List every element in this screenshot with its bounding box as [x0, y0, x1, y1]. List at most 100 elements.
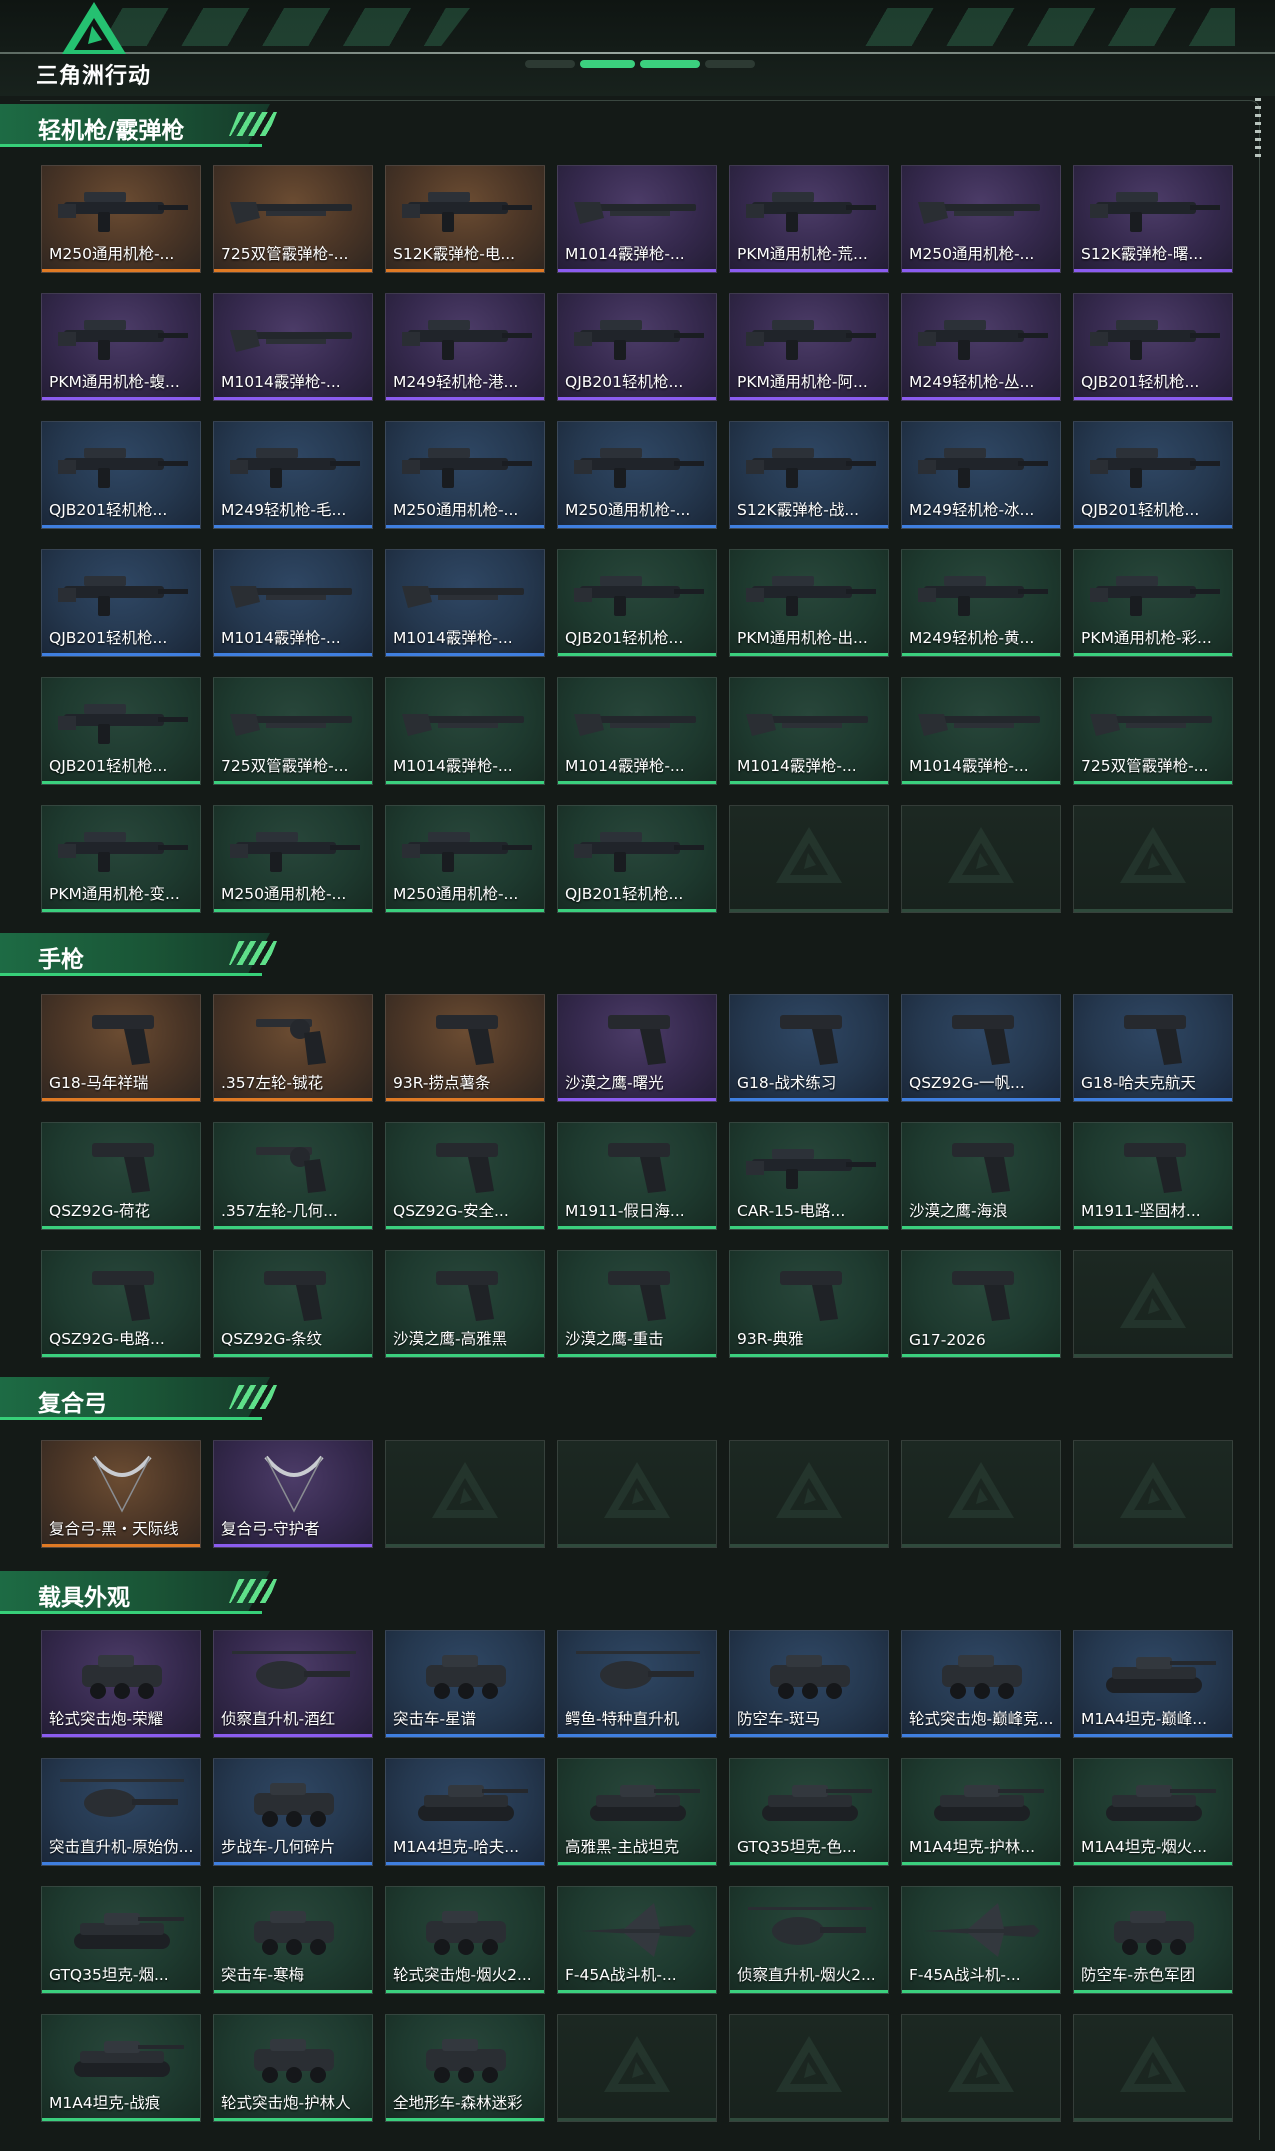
skin-card[interactable]: QSZ92G-电路... — [41, 1250, 201, 1358]
skin-card[interactable]: 步战车-几何碎片 — [213, 1758, 373, 1866]
skin-card[interactable]: M249轻机枪-冰... — [901, 421, 1061, 529]
skin-card[interactable]: M250通用机枪-... — [557, 421, 717, 529]
skin-card[interactable]: QSZ92G-条纹 — [213, 1250, 373, 1358]
quality-bar — [730, 2118, 888, 2121]
skin-card[interactable]: 突击直升机-原始伪... — [41, 1758, 201, 1866]
skin-card[interactable]: M249轻机枪-港... — [385, 293, 545, 401]
skin-card[interactable]: 轮式突击炮-护林人 — [213, 2014, 373, 2122]
skin-card[interactable]: 沙漠之鹰-海浪 — [901, 1122, 1061, 1230]
skin-card[interactable]: PKM通用机枪-变... — [41, 805, 201, 913]
skin-card[interactable]: PKM通用机枪-阿... — [729, 293, 889, 401]
skin-card[interactable]: QJB201轻机枪... — [41, 421, 201, 529]
skin-card[interactable]: M1A4坦克-战痕 — [41, 2014, 201, 2122]
quality-bar — [902, 781, 1060, 784]
skin-card[interactable]: M250通用机枪-... — [41, 165, 201, 273]
skin-card[interactable]: 沙漠之鹰-重击 — [557, 1250, 717, 1358]
skin-card[interactable]: M250通用机枪-... — [213, 805, 373, 913]
skin-card[interactable]: 轮式突击炮-烟火2... — [385, 1886, 545, 1994]
skin-card[interactable]: QSZ92G-荷花 — [41, 1122, 201, 1230]
skin-card[interactable]: 全地形车-森林迷彩 — [385, 2014, 545, 2122]
placeholder-logo-icon — [604, 2036, 670, 2092]
skin-card[interactable]: QSZ92G-安全... — [385, 1122, 545, 1230]
skin-card[interactable]: 高雅黑-主战坦克 — [557, 1758, 717, 1866]
skin-card[interactable]: 93R-捞点薯条 — [385, 994, 545, 1102]
quality-bar — [214, 1354, 372, 1357]
skin-card[interactable]: 突击车-星谱 — [385, 1630, 545, 1738]
skin-card[interactable]: CAR-15-电路... — [729, 1122, 889, 1230]
skin-card[interactable]: M250通用机枪-... — [901, 165, 1061, 273]
skin-card[interactable]: 725双管霰弹枪-... — [213, 677, 373, 785]
skin-card[interactable]: 突击车-寒梅 — [213, 1886, 373, 1994]
skin-card[interactable]: M1014霰弹枪-... — [557, 677, 717, 785]
skin-name: 鳄鱼-特种直升机 — [565, 1710, 680, 1728]
skin-card[interactable]: M250通用机枪-... — [385, 421, 545, 529]
skin-card[interactable]: 鳄鱼-特种直升机 — [557, 1630, 717, 1738]
skin-card[interactable]: 侦察直升机-烟火2... — [729, 1886, 889, 1994]
skin-card[interactable]: M1014霰弹枪-... — [557, 165, 717, 273]
quality-bar — [558, 1734, 716, 1737]
skin-card[interactable]: 沙漠之鹰-曙光 — [557, 994, 717, 1102]
skin-card[interactable]: M249轻机枪-丛... — [901, 293, 1061, 401]
skin-card[interactable]: S12K霰弹枪-曙... — [1073, 165, 1233, 273]
skin-card[interactable]: 防空车-赤色军团 — [1073, 1886, 1233, 1994]
skin-card[interactable]: M1014霰弹枪-... — [213, 293, 373, 401]
skin-card[interactable]: M1911-坚固材... — [1073, 1122, 1233, 1230]
skin-card[interactable]: M1A4坦克-巅峰... — [1073, 1630, 1233, 1738]
skin-card[interactable]: M1014霰弹枪-... — [729, 677, 889, 785]
skin-card[interactable]: QJB201轻机枪... — [1073, 293, 1233, 401]
skin-card[interactable]: G17-2026 — [901, 1250, 1061, 1358]
skin-card[interactable]: 复合弓-黑・天际线 — [41, 1440, 201, 1548]
quality-bar — [214, 1098, 372, 1101]
skin-card[interactable]: 93R-典雅 — [729, 1250, 889, 1358]
skin-card[interactable]: 防空车-斑马 — [729, 1630, 889, 1738]
skin-card[interactable]: .357左轮-几何... — [213, 1122, 373, 1230]
skin-card[interactable]: M1911-假日海... — [557, 1122, 717, 1230]
skin-card[interactable]: PKM通用机枪-荒... — [729, 165, 889, 273]
skin-card[interactable]: QSZ92G-一帆... — [901, 994, 1061, 1102]
skin-card[interactable]: 侦察直升机-酒红 — [213, 1630, 373, 1738]
skin-card[interactable]: M1014霰弹枪-... — [213, 549, 373, 657]
skin-card[interactable]: GTQ35坦克-色... — [729, 1758, 889, 1866]
skin-card[interactable]: M1014霰弹枪-... — [901, 677, 1061, 785]
skin-card[interactable]: 复合弓-守护者 — [213, 1440, 373, 1548]
skin-card[interactable]: G18-马年祥瑞 — [41, 994, 201, 1102]
skin-card[interactable]: F-45A战斗机-... — [901, 1886, 1061, 1994]
skin-card[interactable]: QJB201轻机枪... — [41, 677, 201, 785]
skin-card[interactable]: M1A4坦克-护林... — [901, 1758, 1061, 1866]
skin-card[interactable]: PKM通用机枪-出... — [729, 549, 889, 657]
skin-card[interactable]: PKM通用机枪-蝮... — [41, 293, 201, 401]
skin-card[interactable]: M1A4坦克-哈夫... — [385, 1758, 545, 1866]
quality-bar — [902, 1990, 1060, 1993]
skin-card[interactable]: M1014霰弹枪-... — [385, 549, 545, 657]
skin-card[interactable]: QJB201轻机枪... — [557, 805, 717, 913]
skin-card[interactable]: M1014霰弹枪-... — [385, 677, 545, 785]
skin-card[interactable]: GTQ35坦克-烟... — [41, 1886, 201, 1994]
skin-card[interactable]: QJB201轻机枪... — [41, 549, 201, 657]
skin-card[interactable]: .357左轮-铖花 — [213, 994, 373, 1102]
skin-card[interactable]: M1A4坦克-烟火... — [1073, 1758, 1233, 1866]
skin-card[interactable]: 725双管霰弹枪-... — [213, 165, 373, 273]
skin-card[interactable]: 轮式突击炮-巅峰竞... — [901, 1630, 1061, 1738]
quality-bar — [1074, 1734, 1232, 1737]
skin-card[interactable]: 725双管霰弹枪-... — [1073, 677, 1233, 785]
skin-card[interactable]: 沙漠之鹰-高雅黑 — [385, 1250, 545, 1358]
skin-card[interactable]: QJB201轻机枪... — [1073, 421, 1233, 529]
skin-card[interactable]: PKM通用机枪-彩... — [1073, 549, 1233, 657]
pistol-icon — [914, 1263, 1050, 1325]
skin-card[interactable]: M250通用机枪-... — [385, 805, 545, 913]
skin-card[interactable]: G18-哈夫克航天 — [1073, 994, 1233, 1102]
skin-card[interactable]: QJB201轻机枪... — [557, 549, 717, 657]
skin-name: QJB201轻机枪... — [1081, 373, 1200, 391]
skin-card[interactable]: M249轻机枪-毛... — [213, 421, 373, 529]
quality-bar — [902, 1544, 1060, 1547]
skin-card[interactable]: QJB201轻机枪... — [557, 293, 717, 401]
skin-card[interactable]: 轮式突击炮-荣耀 — [41, 1630, 201, 1738]
skin-card[interactable]: M249轻机枪-黄... — [901, 549, 1061, 657]
skin-name: PKM通用机枪-彩... — [1081, 629, 1212, 647]
skin-card[interactable]: G18-战术练习 — [729, 994, 889, 1102]
scroll-indicator[interactable] — [1255, 98, 1261, 158]
skin-card[interactable]: S12K霰弹枪-战... — [729, 421, 889, 529]
revolver-icon — [226, 1007, 362, 1069]
skin-card[interactable]: F-45A战斗机-... — [557, 1886, 717, 1994]
skin-card[interactable]: S12K霰弹枪-电... — [385, 165, 545, 273]
